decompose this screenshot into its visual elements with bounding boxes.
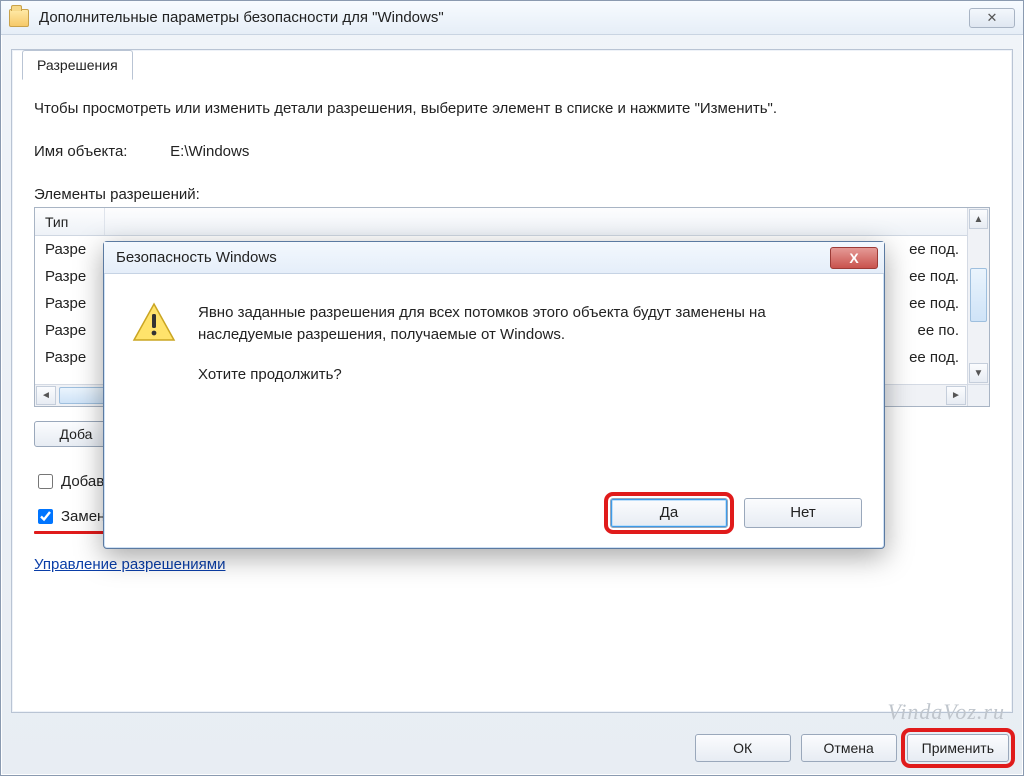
titlebar[interactable]: Дополнительные параметры безопасности дл… [1, 1, 1023, 35]
confirmation-dialog: Безопасность Windows X Явно заданные раз… [103, 241, 885, 549]
dialog-titlebar[interactable]: Безопасность Windows X [104, 242, 884, 274]
scroll-thumb[interactable] [970, 268, 987, 322]
object-value: E:\Windows [170, 143, 249, 160]
scroll-corner [967, 384, 989, 406]
dialog-close-button[interactable]: X [830, 247, 878, 269]
advanced-security-window: Дополнительные параметры безопасности дл… [0, 0, 1024, 776]
list-header[interactable]: Тип [35, 208, 989, 236]
apply-button[interactable]: Применить [907, 734, 1009, 762]
dialog-buttons: Да Нет [610, 498, 862, 528]
inherit-checkbox[interactable] [38, 474, 53, 489]
scroll-down-icon[interactable]: ▼ [969, 363, 988, 383]
scroll-left-icon[interactable]: ◄ [36, 386, 56, 405]
dialog-title: Безопасность Windows [116, 249, 277, 266]
vertical-scrollbar[interactable]: ▲ ▼ [967, 208, 989, 384]
folder-icon [9, 9, 29, 27]
tabstrip: Разрешения [22, 49, 133, 79]
object-label: Имя объекта: [34, 143, 166, 160]
dialog-line2: Хотите продолжить? [198, 364, 856, 386]
tab-permissions[interactable]: Разрешения [22, 50, 133, 80]
ok-button[interactable]: ОК [695, 734, 791, 762]
scroll-up-icon[interactable]: ▲ [969, 209, 988, 229]
warning-icon [132, 302, 176, 342]
column-type[interactable]: Тип [35, 208, 105, 235]
object-row: Имя объекта: E:\Windows [34, 143, 990, 160]
manage-permissions-link[interactable]: Управление разрешениями [34, 556, 225, 573]
dialog-line1: Явно заданные разрешения для всех потомк… [198, 302, 856, 346]
yes-button[interactable]: Да [610, 498, 728, 528]
cancel-button[interactable]: Отмена [801, 734, 897, 762]
scroll-right-icon[interactable]: ► [946, 386, 966, 405]
dialog-body: Явно заданные разрешения для всех потомк… [104, 274, 884, 403]
replace-checkbox[interactable] [38, 509, 53, 524]
no-button[interactable]: Нет [744, 498, 862, 528]
window-title: Дополнительные параметры безопасности дл… [39, 9, 969, 26]
instruction-text: Чтобы просмотреть или изменить детали ра… [34, 100, 990, 117]
dialog-text: Явно заданные разрешения для всех потомк… [198, 302, 856, 403]
window-close-button[interactable]: ✕ [969, 8, 1015, 28]
permissions-label: Элементы разрешений: [34, 186, 990, 203]
dialog-footer: ОК Отмена Применить [1, 721, 1023, 775]
